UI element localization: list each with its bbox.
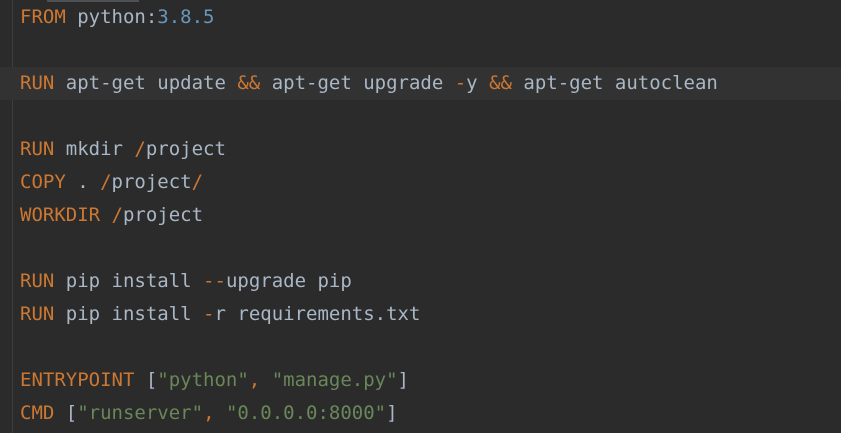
code-token: && [489,72,512,94]
code-token: . [65,171,101,193]
code-token: [ [54,402,78,424]
code-token: "0.0.0.0:8000" [225,402,387,424]
code-line-text: RUN mkdir /project [20,133,226,166]
code-token: FROM [20,6,66,28]
code-line[interactable]: CMD ["runserver", "0.0.0.0:8000"] [0,397,841,430]
code-line-text: RUN apt-get update && apt-get upgrade -y… [20,67,718,100]
code-line-text: RUN pip install -r requirements.txt [20,298,420,331]
code-line-text: ENTRYPOINT ["python", "manage.py"] [20,364,409,397]
code-token: y [466,72,490,94]
code-token: project [111,171,192,193]
code-line[interactable]: COPY . /project/ [0,166,841,199]
code-token: 3.8.5 [157,6,215,28]
code-token: [ [134,369,158,391]
code-line[interactable] [0,331,841,364]
code-line-text: COPY . /project/ [20,166,203,199]
code-token: ] [397,369,409,391]
code-token: apt-get update [54,72,238,94]
code-token: apt-get upgrade [260,72,455,94]
code-token: ENTRYPOINT [20,369,135,391]
code-token: / [111,204,123,226]
code-line-text: CMD ["runserver", "0.0.0.0:8000"] [20,397,398,430]
code-token: mkdir [54,138,135,160]
code-token: "runserver" [77,402,204,424]
code-line[interactable]: ENTRYPOINT ["python", "manage.py"] [0,364,841,397]
code-token: upgrade pip [225,270,352,292]
code-line-text: WORKDIR /project [20,199,203,232]
code-token: CMD [20,402,55,424]
code-token: -- [203,270,226,292]
code-token: pip install [54,270,204,292]
code-token: WORKDIR [20,204,101,226]
code-token: - [454,72,467,94]
code-token: - [203,303,215,325]
code-token: ] [386,402,398,424]
code-token: RUN [20,72,55,94]
code-token: RUN [20,270,55,292]
code-editor[interactable]: FROM python:3.8.5 RUN apt-get update && a… [0,0,841,433]
code-line[interactable]: WORKDIR /project [0,199,841,232]
code-token: / [134,138,146,160]
code-line[interactable]: RUN pip install -r requirements.txt [0,298,841,331]
code-token: "manage.py" [271,369,398,391]
code-token: , [203,402,215,424]
code-line[interactable]: RUN pip install --upgrade pip [0,265,841,298]
code-token: COPY [20,171,66,193]
code-token: RUN [20,138,55,160]
code-line[interactable] [0,232,841,265]
code-line-text: RUN pip install --upgrade pip [20,265,352,298]
code-token: r requirements.txt [214,303,421,325]
code-token: / [100,171,112,193]
code-line[interactable] [0,100,841,133]
code-token: "python" [157,369,249,391]
code-token: RUN [20,303,55,325]
code-line[interactable]: RUN apt-get update && apt-get upgrade -y… [0,67,841,100]
code-token: project [122,204,204,226]
code-token: pip install [54,303,204,325]
code-token: && [237,72,261,94]
code-token: project [145,138,226,160]
code-token: apt-get autoclean [511,72,718,94]
code-token: , [248,369,261,391]
code-line[interactable]: FROM python:3.8.5 [0,1,841,34]
code-line[interactable]: RUN mkdir /project [0,133,841,166]
code-token: / [191,171,204,193]
code-line[interactable] [0,34,841,67]
code-token: python: [65,6,158,28]
code-line-text: FROM python:3.8.5 [20,1,214,34]
